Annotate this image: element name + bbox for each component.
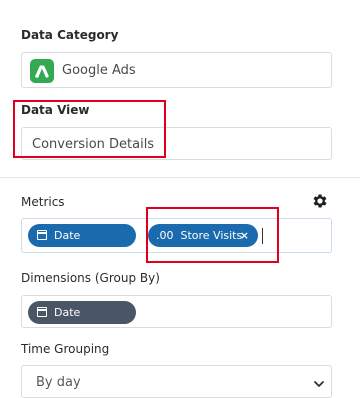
gear-icon[interactable] <box>311 192 329 210</box>
metric-chip-store-visits[interactable]: .00 Store Visits × <box>148 224 258 247</box>
dimensions-label: Dimensions (Group By) <box>21 271 160 285</box>
metrics-label: Metrics <box>21 195 65 209</box>
calendar-icon <box>37 307 47 317</box>
time-grouping-label: Time Grouping <box>21 342 110 356</box>
metrics-field[interactable]: Date .00 Store Visits × <box>21 218 332 253</box>
dimensions-field[interactable]: Date <box>21 295 332 328</box>
metric-chip-label: Date <box>54 229 81 242</box>
text-caret <box>262 228 263 244</box>
data-category-label: Data Category <box>21 28 119 42</box>
time-grouping-select[interactable]: By day <box>21 365 332 398</box>
time-grouping-value: By day <box>36 375 81 390</box>
close-icon[interactable]: × <box>240 224 249 247</box>
data-view-field[interactable]: Conversion Details <box>21 127 332 160</box>
google-ads-icon <box>30 59 54 83</box>
data-category-value: Google Ads <box>62 63 136 78</box>
report-config-panel: Data Category Google Ads Data View Conve… <box>0 0 360 398</box>
chevron-down-icon <box>313 375 325 387</box>
dimension-chip-label: Date <box>54 306 81 319</box>
data-view-value: Conversion Details <box>32 137 155 152</box>
metric-chip-label: .00 Store Visits <box>156 229 243 242</box>
data-view-label: Data View <box>21 103 90 117</box>
data-category-field[interactable]: Google Ads <box>21 52 332 88</box>
calendar-icon <box>37 230 47 240</box>
dimension-chip-date[interactable]: Date <box>28 301 136 324</box>
metric-chip-date[interactable]: Date <box>28 224 136 247</box>
section-divider <box>0 177 360 178</box>
